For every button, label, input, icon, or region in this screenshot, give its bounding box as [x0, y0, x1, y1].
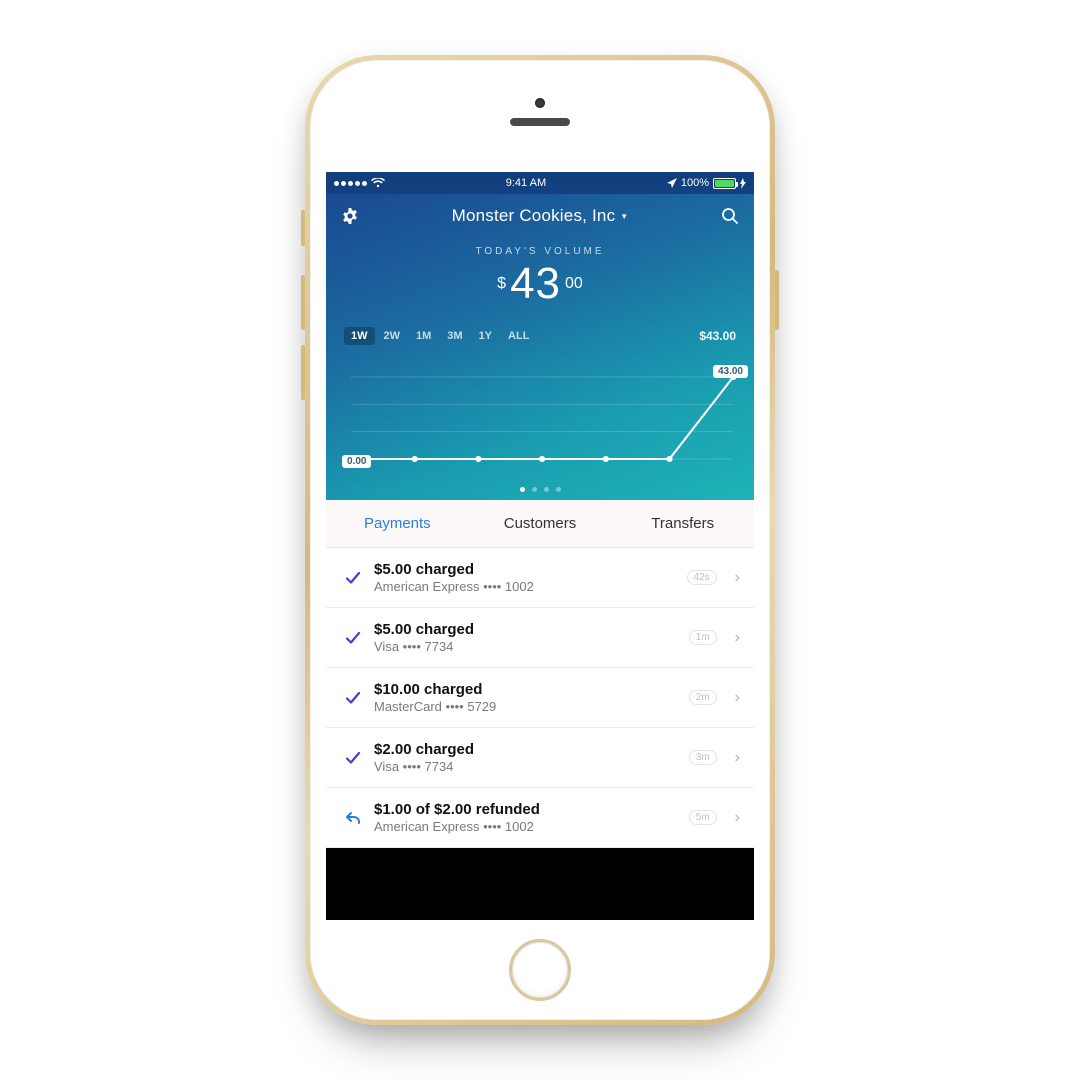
range-2w[interactable]: 2W [377, 327, 408, 345]
caret-down-icon: ▼ [620, 212, 628, 221]
phone-frame: 9:41 AM 100% [305, 55, 775, 1025]
refund-icon [344, 810, 362, 826]
currency-symbol: $ [497, 275, 506, 293]
volume-chart[interactable]: 0.00 43.00 [326, 357, 754, 477]
status-time: 9:41 AM [506, 177, 546, 189]
charging-icon [740, 178, 746, 189]
chevron-right-icon: › [735, 809, 740, 827]
payment-time: 1m [689, 630, 717, 645]
power-button [775, 270, 779, 330]
payment-row[interactable]: $10.00 chargedMasterCard •••• 5729 2m › [326, 668, 754, 728]
payment-content: $10.00 chargedMasterCard •••• 5729 [374, 681, 677, 714]
battery-icon [713, 178, 736, 189]
payment-content: $5.00 chargedVisa •••• 7734 [374, 621, 677, 654]
chevron-right-icon: › [735, 689, 740, 707]
earpiece-speaker [510, 118, 570, 126]
payment-row[interactable]: $5.00 chargedVisa •••• 7734 1m › [326, 608, 754, 668]
chevron-right-icon: › [735, 749, 740, 767]
payment-content: $5.00 chargedAmerican Express •••• 1002 [374, 561, 675, 594]
volume-amount: $ 43 00 [326, 259, 754, 309]
range-1w[interactable]: 1W [344, 327, 375, 345]
payment-time: 2m [689, 690, 717, 705]
volume-up-button [301, 275, 305, 330]
chart-end-label: 43.00 [713, 365, 748, 378]
payment-subtitle: MasterCard •••• 5729 [374, 699, 677, 714]
volume-cents: 00 [565, 275, 583, 293]
payment-title: $2.00 charged [374, 741, 677, 758]
range-selector: 1W2W1M3M1YALL [344, 327, 536, 345]
range-1y[interactable]: 1Y [472, 327, 499, 345]
search-icon [720, 206, 740, 226]
account-name: Monster Cookies, Inc [452, 206, 616, 226]
mute-switch [301, 210, 305, 246]
volume-down-button [301, 345, 305, 400]
volume-whole: 43 [510, 259, 561, 309]
pager-dot [556, 487, 561, 492]
gear-icon [340, 206, 360, 226]
payment-row[interactable]: $2.00 chargedVisa •••• 7734 3m › [326, 728, 754, 788]
page-indicator[interactable] [326, 487, 754, 492]
check-icon [344, 750, 362, 766]
account-switcher[interactable]: Monster Cookies, Inc ▼ [452, 206, 629, 226]
payment-subtitle: Visa •••• 7734 [374, 639, 677, 654]
tab-transfers[interactable]: Transfers [611, 500, 754, 547]
search-button[interactable] [718, 204, 742, 228]
phone-top-bezel [310, 60, 770, 172]
pager-dot [532, 487, 537, 492]
payment-row[interactable]: $5.00 chargedAmerican Express •••• 1002 4… [326, 548, 754, 608]
check-icon [344, 570, 362, 586]
pager-dot [520, 487, 525, 492]
payment-subtitle: Visa •••• 7734 [374, 759, 677, 774]
screen: 9:41 AM 100% [326, 172, 754, 920]
payment-subtitle: American Express •••• 1002 [374, 579, 675, 594]
chart-start-label: 0.00 [342, 455, 371, 468]
range-1m[interactable]: 1M [409, 327, 438, 345]
check-icon [344, 690, 362, 706]
range-total: $43.00 [699, 329, 736, 343]
chevron-right-icon: › [735, 569, 740, 587]
range-3m[interactable]: 3M [440, 327, 469, 345]
phone-bottom-bezel [310, 920, 770, 1020]
front-camera [535, 98, 545, 108]
payment-title: $5.00 charged [374, 561, 675, 578]
payment-row[interactable]: $1.00 of $2.00 refundedAmerican Express … [326, 788, 754, 848]
tab-customers[interactable]: Customers [469, 500, 612, 547]
payment-title: $5.00 charged [374, 621, 677, 638]
payment-title: $1.00 of $2.00 refunded [374, 801, 677, 818]
payment-time: 5m [689, 810, 717, 825]
battery-percentage: 100% [681, 177, 709, 189]
home-button[interactable] [509, 939, 571, 1001]
payment-time: 42s [687, 570, 717, 585]
range-all[interactable]: ALL [501, 327, 536, 345]
dashboard-header: Monster Cookies, Inc ▼ TODAY'S VOLUME $ … [326, 194, 754, 500]
wifi-icon [371, 178, 385, 188]
chevron-right-icon: › [735, 629, 740, 647]
signal-strength-icon [334, 181, 367, 186]
payment-subtitle: American Express •••• 1002 [374, 819, 677, 834]
payment-content: $1.00 of $2.00 refundedAmerican Express … [374, 801, 677, 834]
payment-time: 3m [689, 750, 717, 765]
check-icon [344, 630, 362, 646]
status-bar: 9:41 AM 100% [326, 172, 754, 194]
payments-list: $5.00 chargedAmerican Express •••• 10024… [326, 548, 754, 848]
payment-content: $2.00 chargedVisa •••• 7734 [374, 741, 677, 774]
section-tabs: PaymentsCustomersTransfers [326, 500, 754, 548]
location-icon [667, 178, 677, 188]
payment-title: $10.00 charged [374, 681, 677, 698]
volume-label: TODAY'S VOLUME [326, 246, 754, 257]
settings-button[interactable] [338, 204, 362, 228]
tab-payments[interactable]: Payments [326, 500, 469, 547]
pager-dot [544, 487, 549, 492]
